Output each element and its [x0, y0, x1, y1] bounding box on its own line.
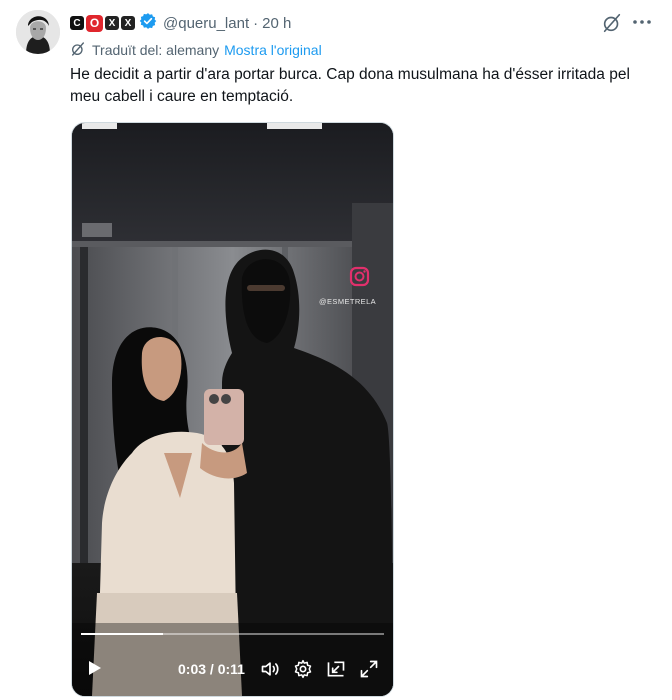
badge-x-1[interactable]: X	[105, 16, 119, 30]
more-icon[interactable]	[630, 10, 654, 34]
badge-x-2[interactable]: X	[121, 16, 135, 30]
tweet-time[interactable]: 20 h	[262, 15, 291, 32]
badge-c[interactable]: C	[70, 16, 84, 30]
translation-label: Traduït del: alemany	[92, 42, 220, 58]
play-icon[interactable]	[88, 660, 102, 676]
video-watermark: @ESMETRELA	[319, 297, 377, 306]
show-original-link[interactable]: Mostra l'original	[224, 42, 322, 58]
video-controls: 0:03 / 0:11	[72, 651, 393, 685]
tweet-header: C O X X @queru_lant · 20 h	[70, 12, 291, 34]
verified-badge-icon[interactable]	[139, 12, 157, 34]
video-progress-fill	[81, 633, 163, 635]
video-progress-bar[interactable]	[81, 633, 384, 635]
badge-o[interactable]: O	[86, 14, 103, 32]
fullscreen-icon[interactable]	[359, 659, 379, 679]
grok-icon[interactable]	[601, 12, 623, 39]
translate-icon	[70, 41, 86, 60]
avatar[interactable]	[16, 10, 60, 54]
translation-row: Traduït del: alemany Mostra l'original	[70, 40, 322, 60]
video-time-readout: 0:03 / 0:11	[178, 661, 245, 677]
author-handle[interactable]: @queru_lant	[163, 15, 249, 32]
video-player[interactable]: @ESMETRELA 0:03 / 0:11	[71, 122, 394, 697]
video-frame	[72, 123, 393, 696]
picture-in-picture-icon[interactable]	[326, 659, 346, 679]
gear-icon[interactable]	[293, 659, 313, 679]
volume-icon[interactable]	[260, 659, 280, 679]
separator-dot: ·	[253, 14, 259, 32]
tweet-text: He decidit a partir d'ara portar burca. …	[70, 66, 630, 105]
